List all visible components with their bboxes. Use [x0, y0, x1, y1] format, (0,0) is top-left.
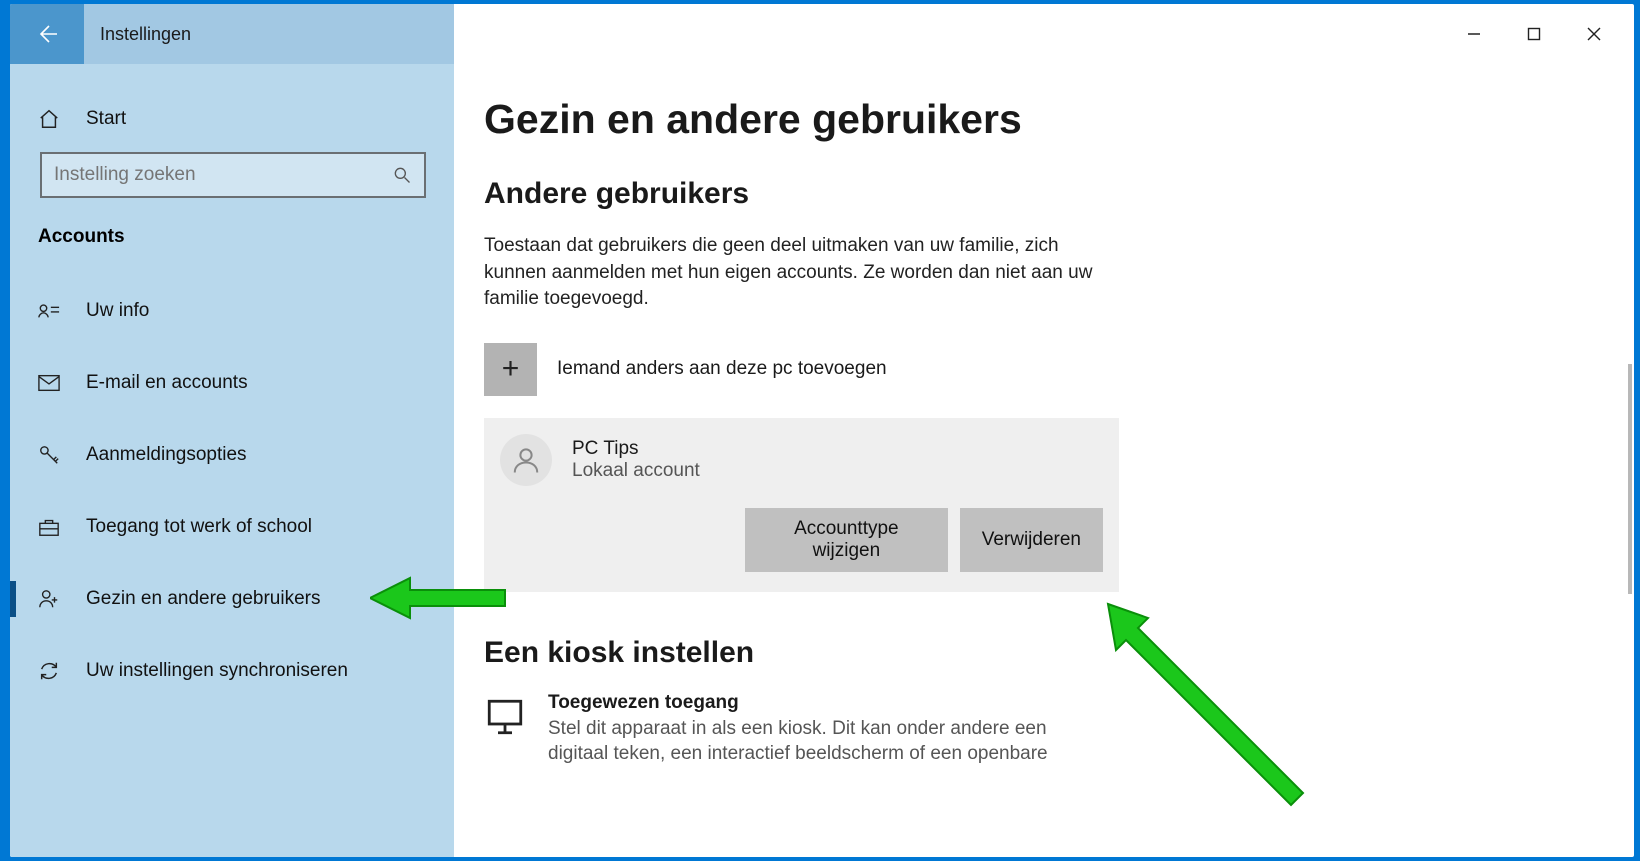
- sidebar-item-label: Gezin en andere gebruikers: [86, 588, 320, 610]
- sidebar-item-label: Uw info: [86, 300, 149, 322]
- sidebar-item-sync[interactable]: Uw instellingen synchroniseren: [28, 644, 438, 698]
- sidebar-item-label: Aanmeldingsopties: [86, 444, 247, 466]
- search-field[interactable]: [54, 164, 392, 186]
- kiosk-row[interactable]: Toegewezen toegang Stel dit apparaat in …: [484, 692, 1610, 767]
- sidebar-item-work-school[interactable]: Toegang tot werk of school: [28, 500, 438, 554]
- close-icon: [1587, 27, 1601, 41]
- sidebar: Start Accounts Uw info: [10, 64, 454, 857]
- person-icon: [511, 445, 541, 475]
- key-icon: [38, 444, 60, 466]
- add-user-label: Iemand anders aan deze pc toevoegen: [557, 358, 887, 380]
- titlebar-right: [454, 4, 1634, 64]
- user-card-icon: [38, 300, 60, 322]
- minimize-icon: [1467, 27, 1481, 41]
- person-plus-icon: [38, 588, 60, 610]
- sidebar-item-label: Toegang tot werk of school: [86, 516, 312, 538]
- account-header[interactable]: PC Tips Lokaal account: [500, 434, 1103, 486]
- sidebar-item-signin-options[interactable]: Aanmeldingsopties: [28, 428, 438, 482]
- sidebar-home-label: Start: [86, 108, 126, 130]
- main-content: Gezin en andere gebruikers Andere gebrui…: [454, 64, 1634, 857]
- titlebar-left: Instellingen: [10, 4, 454, 64]
- mail-icon: [38, 372, 60, 394]
- kiosk-title: Toegewezen toegang: [548, 692, 1068, 714]
- search-icon: [392, 165, 412, 185]
- window-title: Instellingen: [84, 24, 191, 45]
- sidebar-home[interactable]: Start: [28, 92, 438, 146]
- kiosk-text: Toegewezen toegang Stel dit apparaat in …: [548, 692, 1068, 767]
- titlebar: Instellingen: [10, 4, 1634, 64]
- account-actions: Accounttype wijzigen Verwijderen: [500, 508, 1103, 572]
- sidebar-item-label: Uw instellingen synchroniseren: [86, 660, 348, 682]
- scrollbar[interactable]: [1628, 364, 1632, 594]
- maximize-button[interactable]: [1504, 14, 1564, 54]
- back-button[interactable]: [10, 4, 84, 64]
- account-info: PC Tips Lokaal account: [572, 438, 700, 482]
- minimize-button[interactable]: [1444, 14, 1504, 54]
- sidebar-item-email[interactable]: E-mail en accounts: [28, 356, 438, 410]
- add-user-row[interactable]: + Iemand anders aan deze pc toevoegen: [484, 343, 1610, 396]
- monitor-icon: [484, 696, 528, 743]
- plus-icon: +: [484, 343, 537, 396]
- search-input[interactable]: [40, 152, 426, 198]
- sidebar-item-label: E-mail en accounts: [86, 372, 248, 394]
- sidebar-category: Accounts: [28, 220, 438, 266]
- page-title: Gezin en andere gebruikers: [484, 96, 1610, 143]
- briefcase-icon: [38, 516, 60, 538]
- sidebar-item-your-info[interactable]: Uw info: [28, 284, 438, 338]
- account-type: Lokaal account: [572, 460, 700, 482]
- close-button[interactable]: [1564, 14, 1624, 54]
- settings-window: Instellingen Start: [10, 4, 1634, 857]
- home-icon: [38, 108, 60, 130]
- search-wrap: [40, 152, 426, 198]
- other-users-heading: Andere gebruikers: [484, 177, 1610, 211]
- other-users-desc: Toestaan dat gebruikers die geen deel ui…: [484, 233, 1124, 313]
- sidebar-item-family[interactable]: Gezin en andere gebruikers: [28, 572, 438, 626]
- avatar: [500, 434, 552, 486]
- account-name: PC Tips: [572, 438, 700, 460]
- maximize-icon: [1527, 27, 1541, 41]
- account-card: PC Tips Lokaal account Accounttype wijzi…: [484, 418, 1119, 592]
- remove-account-button[interactable]: Verwijderen: [960, 508, 1103, 572]
- arrow-left-icon: [35, 22, 59, 46]
- kiosk-desc: Stel dit apparaat in als een kiosk. Dit …: [548, 716, 1068, 767]
- kiosk-heading: Een kiosk instellen: [484, 636, 1610, 670]
- sync-icon: [38, 660, 60, 682]
- change-account-type-button[interactable]: Accounttype wijzigen: [745, 508, 948, 572]
- body: Start Accounts Uw info: [10, 64, 1634, 857]
